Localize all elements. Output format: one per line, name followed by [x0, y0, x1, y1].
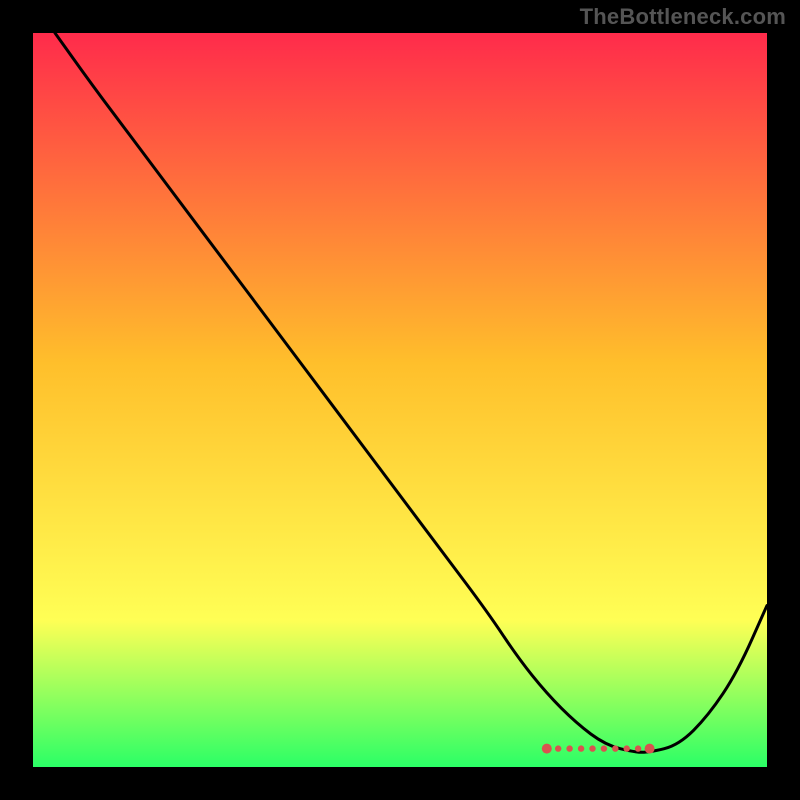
optimal-range-dot — [612, 745, 618, 751]
optimal-range-dot — [601, 745, 607, 751]
optimal-range-dot — [624, 745, 630, 751]
optimal-range-dot — [566, 745, 572, 751]
optimal-range-dot — [589, 745, 595, 751]
plot-area — [33, 33, 767, 767]
optimal-range-dot — [578, 745, 584, 751]
gradient-background — [33, 33, 767, 767]
optimal-range-dot — [645, 744, 655, 754]
optimal-range-dot — [635, 745, 641, 751]
optimal-range-dot — [555, 745, 561, 751]
chart-frame: TheBottleneck.com — [0, 0, 800, 800]
bottleneck-chart — [33, 33, 767, 767]
optimal-range-dot — [542, 744, 552, 754]
watermark-text: TheBottleneck.com — [580, 4, 786, 30]
